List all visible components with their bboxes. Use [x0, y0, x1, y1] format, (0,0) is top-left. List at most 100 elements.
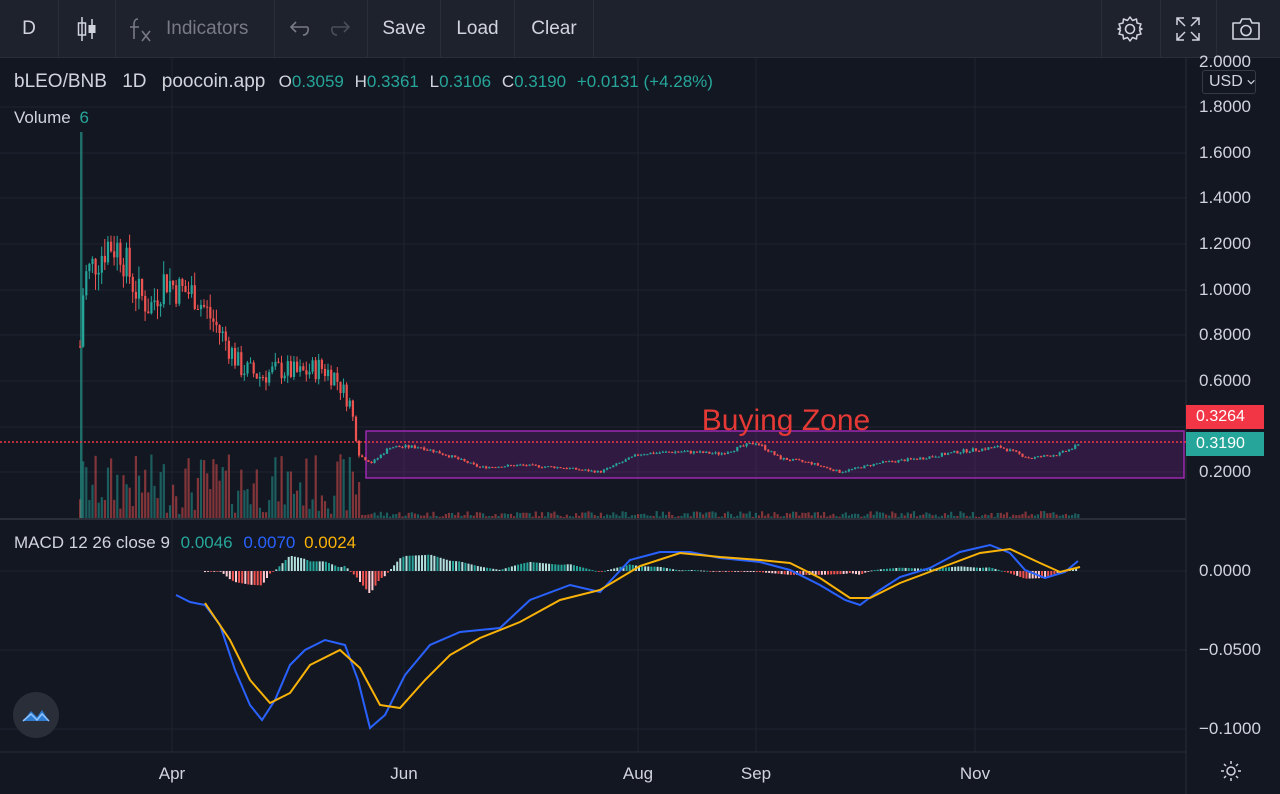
legend-interval: 1D	[122, 71, 147, 92]
macd-histogram-bar	[411, 555, 414, 571]
volume-bar	[664, 514, 668, 518]
volume-bar	[649, 515, 652, 518]
symbol-name[interactable]: bLEO/BNB	[14, 71, 107, 92]
volume-bar	[940, 515, 943, 518]
macd-histogram-bar	[864, 571, 867, 573]
chart-settings-button[interactable]	[1218, 758, 1244, 784]
candle-body	[1036, 456, 1040, 458]
candle-body	[978, 450, 981, 452]
candle-body	[457, 457, 460, 460]
load-button[interactable]: Load	[441, 0, 514, 58]
volume-bar	[460, 515, 463, 518]
candle-body	[429, 449, 432, 451]
macd-histogram-bar	[957, 566, 960, 571]
candle-body	[792, 458, 795, 461]
candle-body	[857, 467, 860, 469]
settings-button[interactable]	[1110, 0, 1150, 58]
candle-body	[286, 361, 289, 376]
macd-histogram-bar	[603, 570, 606, 572]
macd-histogram-bar	[225, 571, 228, 577]
macd-histogram-bar	[365, 571, 368, 590]
macd-histogram-bar	[597, 571, 600, 572]
volume-bar	[568, 516, 571, 518]
macd-histogram-bar	[951, 567, 954, 571]
candle-body	[1040, 456, 1043, 458]
macd-histogram-bar	[684, 570, 687, 571]
candle-body	[643, 454, 646, 456]
candle-body	[556, 467, 559, 469]
candle-body	[413, 445, 416, 449]
macd-histogram-bar	[833, 571, 836, 575]
candle-body	[798, 459, 801, 461]
macd-histogram-bar	[817, 571, 820, 575]
volume-bar	[485, 516, 488, 518]
volume-bar	[974, 516, 978, 518]
volume-bar	[661, 511, 664, 518]
candle-body	[550, 466, 553, 468]
fullscreen-button[interactable]	[1168, 0, 1208, 58]
macd-histogram-bar	[824, 571, 826, 575]
macd-histogram-bar	[848, 571, 851, 574]
volume-bar	[240, 469, 243, 518]
volume-bar	[596, 516, 599, 518]
candle-body	[661, 451, 664, 453]
volume-bar	[261, 512, 265, 518]
macd-histogram-bar	[979, 567, 981, 571]
candle-body	[116, 242, 119, 258]
macd-histogram-bar	[777, 571, 780, 574]
chart-canvas[interactable]: Buying Zone	[0, 58, 1280, 794]
chart-type-button[interactable]	[59, 0, 115, 58]
volume-bar	[618, 515, 621, 518]
candle-body	[506, 464, 509, 467]
screenshot-button[interactable]	[1224, 0, 1268, 58]
indicators-label: Indicators	[166, 18, 249, 39]
candle-body	[243, 373, 246, 376]
macd-histogram-bar	[560, 564, 563, 571]
macd-histogram-bar	[210, 571, 213, 572]
candle-body	[720, 453, 723, 455]
macd-label[interactable]: MACD 12 26 close 9	[14, 533, 170, 552]
macd-histogram-bar	[501, 569, 504, 571]
save-button[interactable]: Save	[368, 0, 440, 58]
indicators-button[interactable]: Indicators	[128, 0, 268, 58]
volume-bar	[770, 516, 773, 518]
volume-bar	[308, 508, 311, 518]
macd-histogram-bar	[1050, 571, 1053, 576]
macd-histogram-bar	[569, 564, 572, 571]
macd-histogram-bar	[585, 568, 588, 571]
macd-histogram-bar	[290, 555, 293, 571]
volume-bar	[739, 511, 742, 518]
macd-histogram-bar	[1006, 571, 1009, 573]
candle-body	[500, 466, 503, 468]
currency-select[interactable]: USD	[1202, 70, 1256, 94]
logo-button[interactable]	[13, 692, 59, 738]
volume-bar	[553, 511, 556, 518]
redo-button[interactable]	[324, 0, 358, 58]
interval-button[interactable]: D	[0, 0, 58, 58]
macd-histogram-bar	[734, 571, 737, 572]
volume-bar	[674, 516, 677, 518]
candle-body	[296, 361, 299, 372]
candle-body	[624, 459, 627, 462]
volume-bar	[451, 513, 454, 518]
candle-body	[714, 452, 717, 454]
macd-histogram-bar	[954, 566, 957, 571]
time-axis-label: Nov	[959, 764, 991, 783]
candle-body	[885, 461, 888, 463]
candle-body	[888, 460, 891, 462]
macd-histogram-bar	[349, 571, 352, 572]
clear-button[interactable]: Clear	[515, 0, 593, 58]
macd-histogram-bar	[340, 567, 343, 571]
chart-area[interactable]: Buying Zone bLEO/BNB 1D poocoin.app O0.3…	[0, 52, 1280, 794]
candle-body	[237, 352, 240, 366]
volume-label[interactable]: Volume	[14, 108, 71, 127]
volume-bar	[420, 515, 423, 518]
candle-body	[708, 451, 711, 454]
buying-zone-label[interactable]: Buying Zone	[702, 404, 870, 437]
volume-bar	[221, 467, 224, 518]
volume-bar	[581, 512, 584, 518]
undo-button[interactable]	[282, 0, 316, 58]
candle-body	[823, 466, 826, 468]
volume-bar	[919, 515, 922, 518]
volume-bar	[562, 516, 565, 518]
